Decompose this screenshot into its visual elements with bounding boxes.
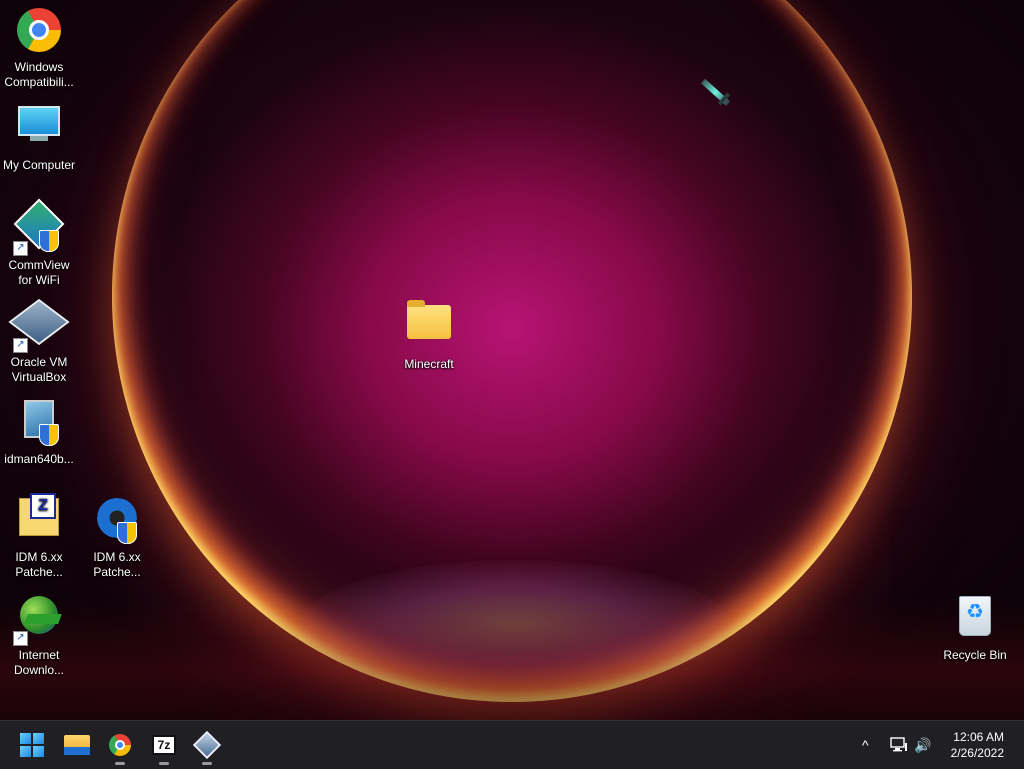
desktop-icon-idm-patch-2[interactable]: IDM 6.xx Patche...: [79, 492, 155, 580]
desktop-icon-virtualbox[interactable]: ↗ Oracle VM VirtualBox: [1, 296, 77, 385]
icon-label: Minecraft: [404, 357, 454, 371]
icon-label: CommView for WiFi: [8, 258, 70, 287]
shortcut-arrow-icon: ↗: [13, 241, 28, 256]
chrome-icon: [109, 734, 131, 756]
desktop-icon-idman[interactable]: idman640b...: [1, 394, 77, 467]
chrome-icon: [15, 8, 63, 56]
desktop-icon-commview[interactable]: ↗ CommView for WiFi: [1, 198, 77, 288]
running-indicator: [159, 762, 169, 765]
running-indicator: [202, 762, 212, 765]
network-icon[interactable]: [890, 735, 908, 759]
shortcut-arrow-icon: ↗: [13, 338, 28, 353]
computer-icon: [15, 106, 63, 154]
wifi-icon: ↗: [13, 198, 65, 256]
desktop-icon-my-computer[interactable]: My Computer: [1, 100, 77, 173]
desktop-icon-idm-patch-1[interactable]: Z IDM 6.xx Patche...: [1, 492, 77, 580]
taskbar: 7z ^ 🔊 12:06 AM 2/26/2022: [0, 720, 1024, 769]
gear-icon: [93, 498, 141, 546]
clock-date: 2/26/2022: [950, 746, 1004, 760]
recycle-bin-icon: [951, 596, 999, 644]
running-indicator: [115, 762, 125, 765]
icon-label: IDM 6.xx Patche...: [15, 550, 63, 579]
icon-label: Oracle VM VirtualBox: [10, 355, 68, 384]
folder-icon: [405, 300, 453, 353]
icon-label: Recycle Bin: [943, 648, 1007, 662]
taskbar-file-explorer[interactable]: [61, 729, 93, 761]
icon-label: My Computer: [2, 158, 76, 172]
wallpaper-floor: [0, 600, 1024, 720]
shortcut-arrow-icon: ↗: [13, 631, 28, 646]
installer-icon: [15, 400, 63, 448]
file-explorer-icon: [64, 735, 90, 755]
desktop: Windows Compatibili... My Computer ↗ Com…: [0, 0, 1024, 720]
clock[interactable]: 12:06 AM 2/26/2022: [934, 729, 1004, 761]
taskbar-virtualbox[interactable]: [191, 729, 223, 765]
icon-label: idman640b...: [4, 452, 74, 466]
desktop-icon-internet-download-manager[interactable]: ↗ Internet Downlo...: [1, 590, 77, 678]
desktop-icon-minecraft[interactable]: Minecraft: [391, 296, 467, 372]
icon-label: Internet Downlo...: [13, 648, 65, 677]
taskbar-chrome[interactable]: [104, 729, 136, 765]
virtualbox-icon: [192, 730, 222, 760]
desktop-icon-windows-compatibility[interactable]: Windows Compatibili...: [1, 2, 77, 90]
volume-icon[interactable]: 🔊: [914, 735, 931, 755]
virtualbox-icon: ↗: [8, 298, 70, 353]
idm-icon: ↗: [13, 596, 63, 646]
zip-folder-icon: Z: [15, 493, 63, 546]
start-button[interactable]: [20, 733, 44, 757]
system-tray: ^ 🔊 12:06 AM 2/26/2022: [824, 721, 1024, 769]
icon-label: IDM 6.xx Patche...: [93, 550, 141, 579]
show-hidden-icons-chevron-icon[interactable]: ^: [862, 735, 869, 755]
7zip-icon: 7z: [152, 735, 176, 755]
taskbar-7zip[interactable]: 7z: [148, 729, 180, 765]
icon-label: Windows Compatibili...: [4, 60, 74, 89]
clock-time: 12:06 AM: [953, 730, 1004, 744]
desktop-icon-recycle-bin[interactable]: Recycle Bin: [937, 590, 1013, 663]
